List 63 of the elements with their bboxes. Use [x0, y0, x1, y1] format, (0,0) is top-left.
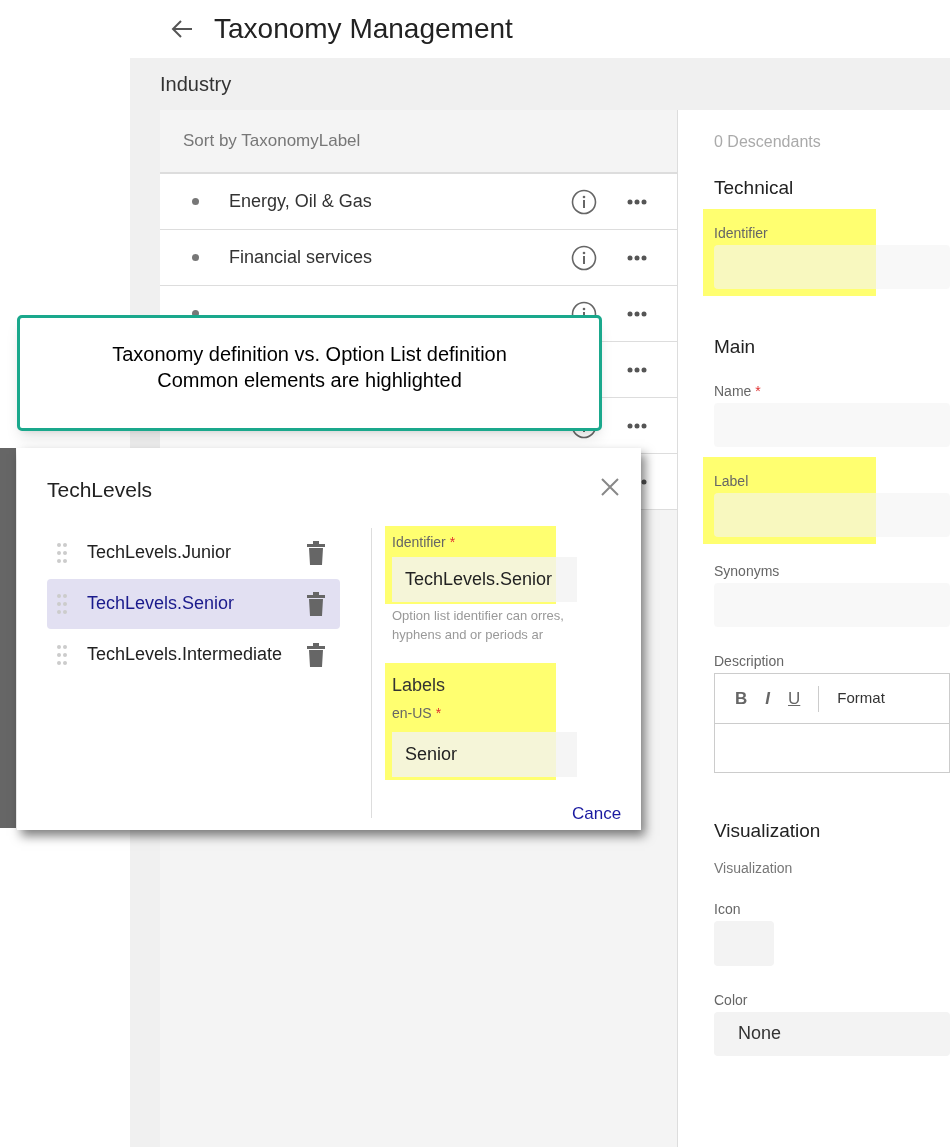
more-options-icon[interactable]: [627, 422, 647, 429]
back-arrow-icon[interactable]: [170, 19, 194, 39]
more-options-icon[interactable]: [627, 310, 647, 317]
bold-button[interactable]: B: [735, 685, 748, 712]
info-icon[interactable]: [571, 244, 597, 271]
field-label: Identifier: [714, 223, 768, 243]
drag-handle-icon[interactable]: [57, 592, 67, 615]
section-heading: Visualization: [714, 819, 822, 843]
more-options-icon[interactable]: [627, 254, 647, 261]
field-label: Color: [714, 990, 748, 1010]
tree-item-label: Financial services: [229, 246, 374, 269]
trash-icon[interactable]: [306, 642, 326, 667]
bullet-icon: [192, 254, 199, 261]
field-label: Icon: [714, 899, 741, 919]
text-field[interactable]: Senior: [392, 731, 577, 777]
trash-icon[interactable]: [306, 540, 326, 565]
cancel-link[interactable]: Cance: [572, 801, 622, 827]
text-field[interactable]: TechLevels.Senior: [392, 556, 577, 602]
field-label: Identifier: [392, 532, 446, 552]
required-mark: *: [435, 703, 442, 723]
field-label: en-US: [392, 703, 432, 723]
more-options-icon[interactable]: [627, 366, 647, 373]
field-label: Name: [714, 382, 752, 401]
option-label: TechLevels.Senior: [87, 592, 236, 615]
section-title: Industry: [160, 72, 232, 97]
required-mark: *: [755, 382, 761, 401]
option-list-item[interactable]: TechLevels.Junior: [47, 527, 340, 578]
tree-item-label: Energy, Oil & Gas: [229, 190, 373, 213]
option-label: TechLevels.Junior: [87, 541, 233, 564]
labels-heading: Labels: [392, 673, 446, 697]
trash-icon[interactable]: [306, 591, 326, 616]
sort-label: Sort by TaxonomyLabel: [183, 130, 361, 153]
option-list-item[interactable]: TechLevels.Intermediate: [47, 629, 340, 680]
required-mark: *: [449, 532, 456, 552]
bullet-icon: [192, 198, 199, 205]
page-title: Taxonomy Management: [214, 12, 513, 46]
tree-item[interactable]: Financial services: [160, 230, 677, 286]
more-options-icon[interactable]: [627, 198, 647, 205]
callout-text: Common elements are highlighted: [157, 368, 462, 393]
italic-button[interactable]: I: [765, 685, 770, 712]
field-label: Visualization: [714, 858, 794, 878]
descendants-count: 0 Descendants: [714, 132, 822, 152]
close-icon[interactable]: [601, 478, 619, 496]
section-heading: Main: [714, 334, 757, 359]
section-heading: Technical: [714, 176, 795, 200]
drag-handle-icon[interactable]: [57, 541, 67, 564]
text-field[interactable]: [714, 493, 950, 537]
drag-handle-icon[interactable]: [57, 643, 67, 666]
info-icon[interactable]: [571, 188, 597, 215]
field-label: Label: [714, 472, 749, 491]
color-select[interactable]: None: [714, 1011, 950, 1056]
option-label: TechLevels.Intermediate: [87, 643, 284, 666]
underline-button[interactable]: U: [788, 685, 801, 712]
callout-text: Taxonomy definition vs. Option List definition: [112, 342, 507, 367]
tree-item[interactable]: Energy, Oil & Gas: [160, 174, 677, 230]
dialog-title: TechLevels: [47, 477, 153, 503]
text-field[interactable]: [714, 244, 950, 289]
field-label: Synonyms: [714, 562, 780, 581]
field-label: Description: [714, 652, 785, 671]
option-list-item[interactable]: TechLevels.Senior: [47, 578, 340, 629]
rich-text-editor[interactable]: B I U Format: [714, 673, 950, 773]
hint-text: Option list identifier can orres, hyphens and or periods ar: [391, 606, 565, 644]
format-dropdown[interactable]: Format: [837, 687, 885, 710]
